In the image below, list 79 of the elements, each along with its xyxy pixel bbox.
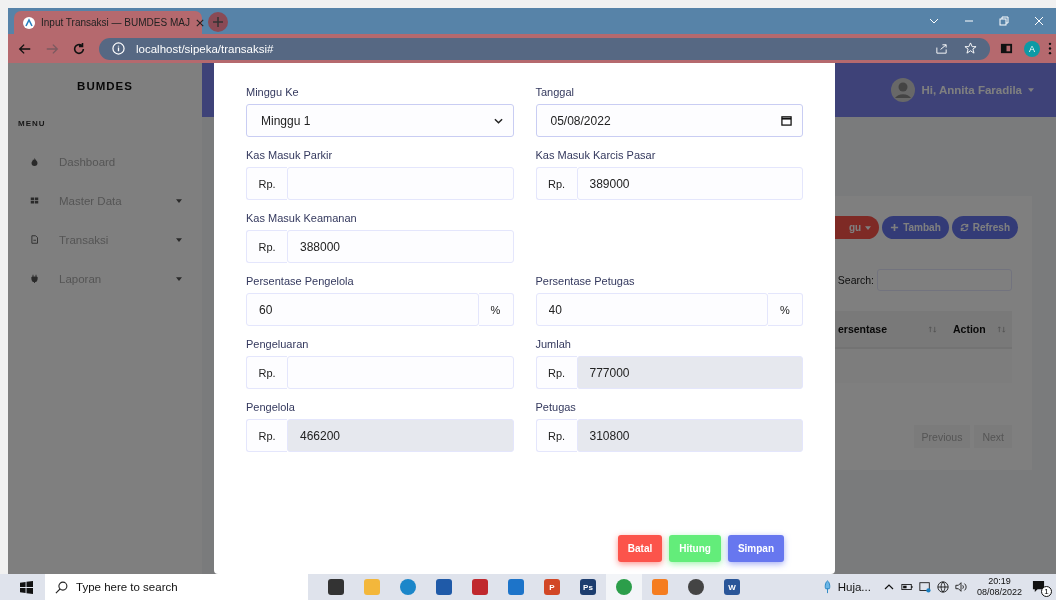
site-logo-icon — [23, 16, 35, 29]
clock-date[interactable]: 08/08/2022 — [976, 587, 1022, 598]
battery-icon[interactable] — [900, 581, 913, 593]
new-tab-icon[interactable] — [208, 12, 228, 32]
field-label: Kas Masuk Keamanan — [246, 212, 358, 224]
browser-tab[interactable]: Input Transaksi — BUMDES MAJ — [14, 11, 202, 34]
add-button[interactable]: Tambah — [882, 216, 949, 239]
notification-icon[interactable] — [1032, 580, 1045, 593]
side-panel-icon[interactable] — [1000, 42, 1013, 55]
menu-heading: MENU — [18, 119, 47, 128]
field-label: Jumlah — [535, 338, 572, 350]
weather-text[interactable]: Huja... — [837, 581, 871, 593]
star-icon[interactable] — [964, 42, 977, 55]
amount-field[interactable]: 388000 — [287, 230, 514, 263]
amount-field[interactable] — [287, 356, 514, 389]
umbrella-icon[interactable] — [823, 580, 831, 594]
currency-prefix: Rp. — [535, 419, 577, 452]
field-label: Kas Masuk Karcis Pasar — [535, 149, 657, 161]
plus-icon — [890, 223, 900, 232]
flame-icon — [30, 157, 39, 166]
info-icon[interactable] — [112, 42, 125, 55]
percent-suffix: % — [768, 293, 803, 326]
date-field[interactable]: 05/08/2022 — [535, 104, 803, 137]
caret-icon — [1028, 88, 1034, 92]
field-label: Pengelola — [246, 401, 296, 413]
taskbar-search-field[interactable]: Type here to search — [45, 574, 308, 600]
percent-field[interactable]: 60 — [246, 293, 479, 326]
caret-icon — [865, 225, 872, 230]
speaker-icon[interactable] — [954, 581, 967, 593]
field-label: Persentase Pengelola — [246, 275, 355, 287]
amount-field[interactable]: 777000 — [576, 356, 803, 389]
currency-prefix: Rp. — [535, 356, 577, 389]
field-label: Pengeluaran — [246, 338, 310, 350]
field-label: Persentase Petugas — [535, 275, 636, 287]
restore-icon[interactable] — [998, 15, 1010, 27]
refresh-icon — [959, 223, 969, 232]
profile-avatar[interactable]: A — [1024, 40, 1040, 57]
file-icon — [30, 235, 39, 244]
clock-time[interactable]: 20:19 — [988, 576, 1011, 587]
calendar-icon[interactable] — [781, 115, 792, 126]
percent-field[interactable]: 40 — [535, 293, 768, 326]
action-button[interactable]: Batal — [617, 535, 663, 562]
chevron-down-icon — [493, 117, 503, 124]
address-bar[interactable]: localhost/sipeka/transaksi# — [99, 37, 990, 60]
brand-name: BUMDES — [76, 80, 134, 92]
field-label: Minggu Ke — [246, 86, 300, 98]
column-header[interactable]: Action — [953, 323, 997, 335]
select-field[interactable]: Minggu 1 — [246, 104, 514, 137]
field-label: Tanggal — [535, 86, 576, 98]
notification-count: 1 — [1041, 586, 1052, 597]
share-icon[interactable] — [935, 42, 948, 55]
currency-prefix: Rp. — [535, 167, 577, 200]
search-icon — [55, 580, 68, 594]
grid-icon — [30, 196, 39, 205]
action-button[interactable]: Simpan — [727, 535, 784, 562]
globe-icon[interactable] — [936, 581, 949, 593]
amount-field[interactable]: 389000 — [576, 167, 803, 200]
currency-prefix: Rp. — [246, 167, 287, 200]
close-tab-icon[interactable] — [195, 18, 204, 27]
percent-suffix: % — [478, 293, 514, 326]
menu-icon[interactable] — [1048, 42, 1052, 55]
back-arrow-icon[interactable] — [18, 41, 32, 56]
plug-icon — [30, 274, 39, 283]
column-header[interactable]: ersentase — [838, 323, 928, 335]
field-label: Petugas — [535, 401, 577, 413]
field-label: Kas Masuk Parkir — [246, 149, 334, 161]
currency-prefix: Rp. — [246, 419, 287, 452]
close-icon[interactable] — [1033, 15, 1045, 27]
amount-field[interactable]: 466200 — [287, 419, 514, 452]
user-menu[interactable]: Hi, Annita Faradila — [921, 84, 1022, 96]
amount-field[interactable]: 310800 — [576, 419, 803, 452]
tab-title: Input Transaksi — BUMDES MAJ — [41, 17, 190, 28]
currency-prefix: Rp. — [246, 230, 287, 263]
currency-prefix: Rp. — [246, 356, 287, 389]
refresh-button[interactable]: Refresh — [951, 216, 1018, 239]
reload-icon[interactable] — [72, 41, 86, 56]
screen-icon[interactable] — [918, 581, 931, 593]
amount-field[interactable] — [287, 167, 514, 200]
search-label: Search: — [837, 274, 874, 286]
